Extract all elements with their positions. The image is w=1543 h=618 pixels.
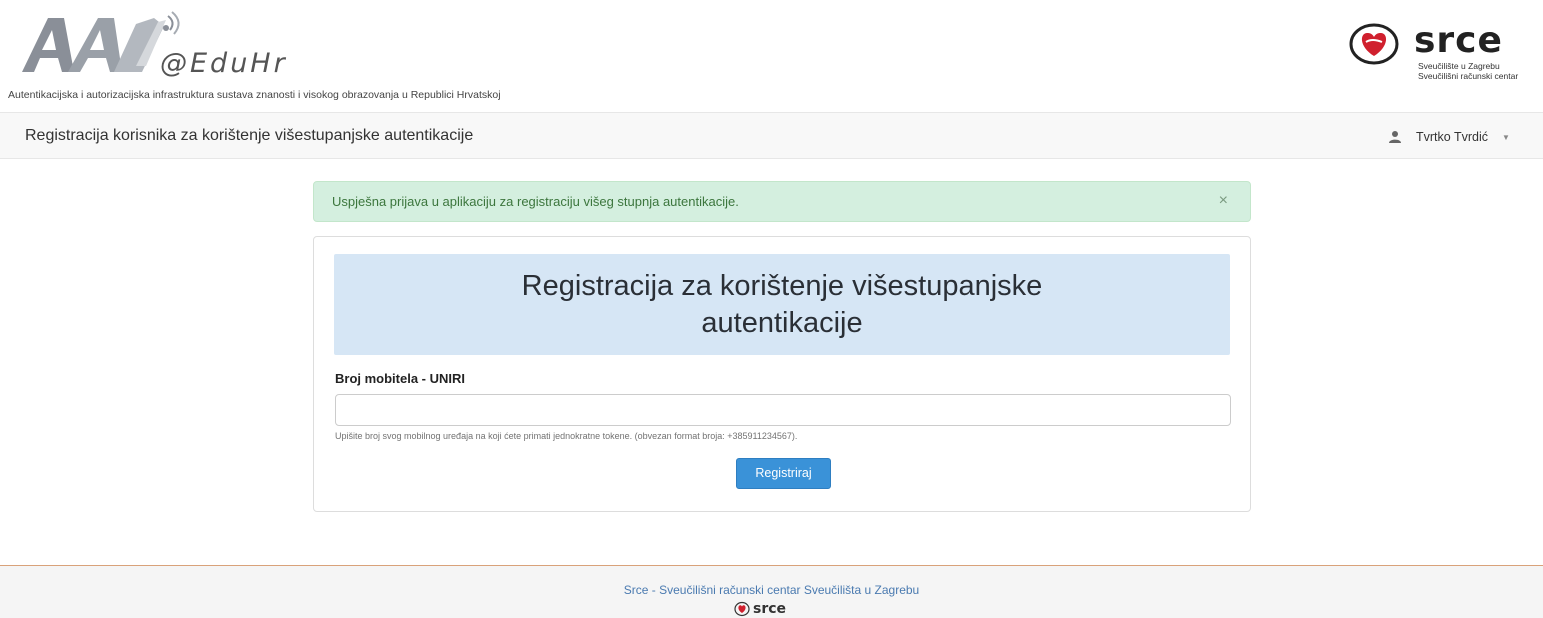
footer-logo-text: srce: [753, 601, 787, 617]
aai-logo-text: @EduHr: [160, 48, 288, 79]
success-alert: Uspješna prijava u aplikaciju za registr…: [313, 181, 1251, 222]
phone-input[interactable]: [335, 394, 1231, 426]
aai-edu-hr-logo[interactable]: @EduHr: [18, 10, 318, 90]
page-title[interactable]: Registracija korisnika za korištenje viš…: [25, 127, 473, 145]
navbar: Registracija korisnika za korištenje viš…: [0, 112, 1543, 159]
alert-message: Uspješna prijava u aplikaciju za registr…: [332, 194, 739, 209]
footer: Srce - Sveučilišni računski centar Sveuč…: [0, 565, 1543, 618]
registration-panel: Registracija za korištenje višestupanjsk…: [313, 236, 1251, 512]
aai-tagline: Autentikacijska i autorizacijska infrast…: [8, 89, 501, 101]
srce-heart-icon: [734, 601, 750, 617]
registration-heading: Registracija za korištenje višestupanjsk…: [521, 270, 1043, 339]
srce-logo-text: srce: [1414, 20, 1503, 61]
phone-help-text: Upišite broj svog mobilnog uređaja na ko…: [335, 431, 798, 441]
user-icon: [1389, 131, 1401, 143]
top-header: @EduHr Autentikacijska i autorizacijska …: [0, 0, 1543, 112]
phone-label: Broj mobitela - UNIRI: [335, 371, 466, 386]
srce-logo[interactable]: srce Sveučilište u Zagrebu Sveučilišni r…: [1348, 14, 1538, 86]
close-icon[interactable]: ×: [1219, 192, 1228, 210]
caret-down-icon: ▼: [1502, 132, 1510, 142]
footer-link[interactable]: Srce - Sveučilišni računski centar Sveuč…: [0, 583, 1543, 597]
srce-subtitle-university: Sveučilište u Zagrebu: [1418, 61, 1500, 71]
registration-heading-box: Registracija za korištenje višestupanjsk…: [334, 254, 1230, 355]
srce-subtitle-center: Sveučilišni računski centar: [1418, 71, 1519, 81]
register-button[interactable]: Registriraj: [736, 458, 831, 489]
user-name: Tvrtko Tvrdić: [1416, 130, 1488, 144]
user-menu[interactable]: Tvrtko Tvrdić ▼: [1388, 127, 1510, 147]
footer-srce-logo[interactable]: srce: [734, 600, 786, 618]
srce-heart-icon: [1349, 23, 1399, 65]
